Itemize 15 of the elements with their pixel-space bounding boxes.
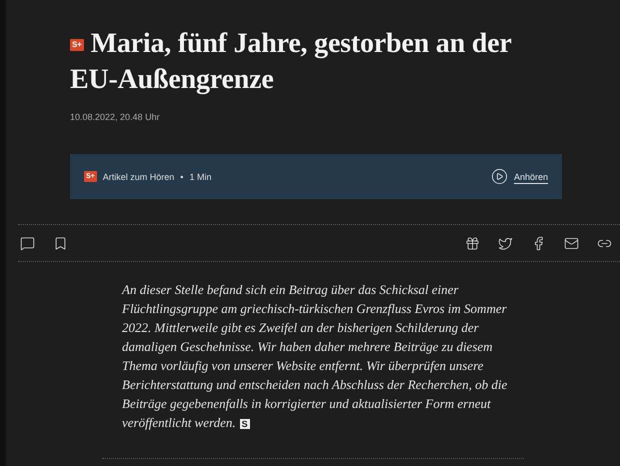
gift-icon[interactable] — [465, 236, 480, 250]
mail-icon[interactable] — [564, 236, 579, 250]
bookmark-icon[interactable] — [53, 236, 68, 250]
comment-icon[interactable] — [20, 236, 35, 250]
article-title: S+ Maria, fünf Jahre, gestorben an der EU-Außengrenze — [70, 27, 512, 97]
separator-dot: • — [180, 172, 184, 182]
publish-date: 10.08.2022, 20.48 Uhr — [70, 112, 161, 122]
end-mark: S — [240, 419, 250, 429]
listen-link[interactable]: Anhören — [490, 168, 548, 185]
play-icon — [490, 168, 508, 185]
audio-duration: 1 Min — [189, 172, 212, 182]
bird-icon[interactable] — [498, 236, 513, 250]
audio-label: Artikel zum Hören — [102, 172, 174, 182]
removal-notice: An dieser Stelle befand sich ein Beitrag über das Schicksal einer Flüchtlingsgruppe am griechisch-türkischen Grenzfluss Evros im Sommer 2022. Mittlerweile gibt es Zweifel an der bisherigen Schilderung der damaligen Geschehnisse. Wir haben daher mehrere Beiträge zu diesem Thema vorläufig von unserer Website entfernt. Wir überprüfen unsere Berichterstattung und entscheiden nach Abschluss der Recherchen, ob die Beiträge gegebenenfalls in korrigierter und aktualisierter Form erneut veröffentlicht werden. S — [122, 281, 508, 432]
plus-badge: S+ — [70, 39, 84, 51]
